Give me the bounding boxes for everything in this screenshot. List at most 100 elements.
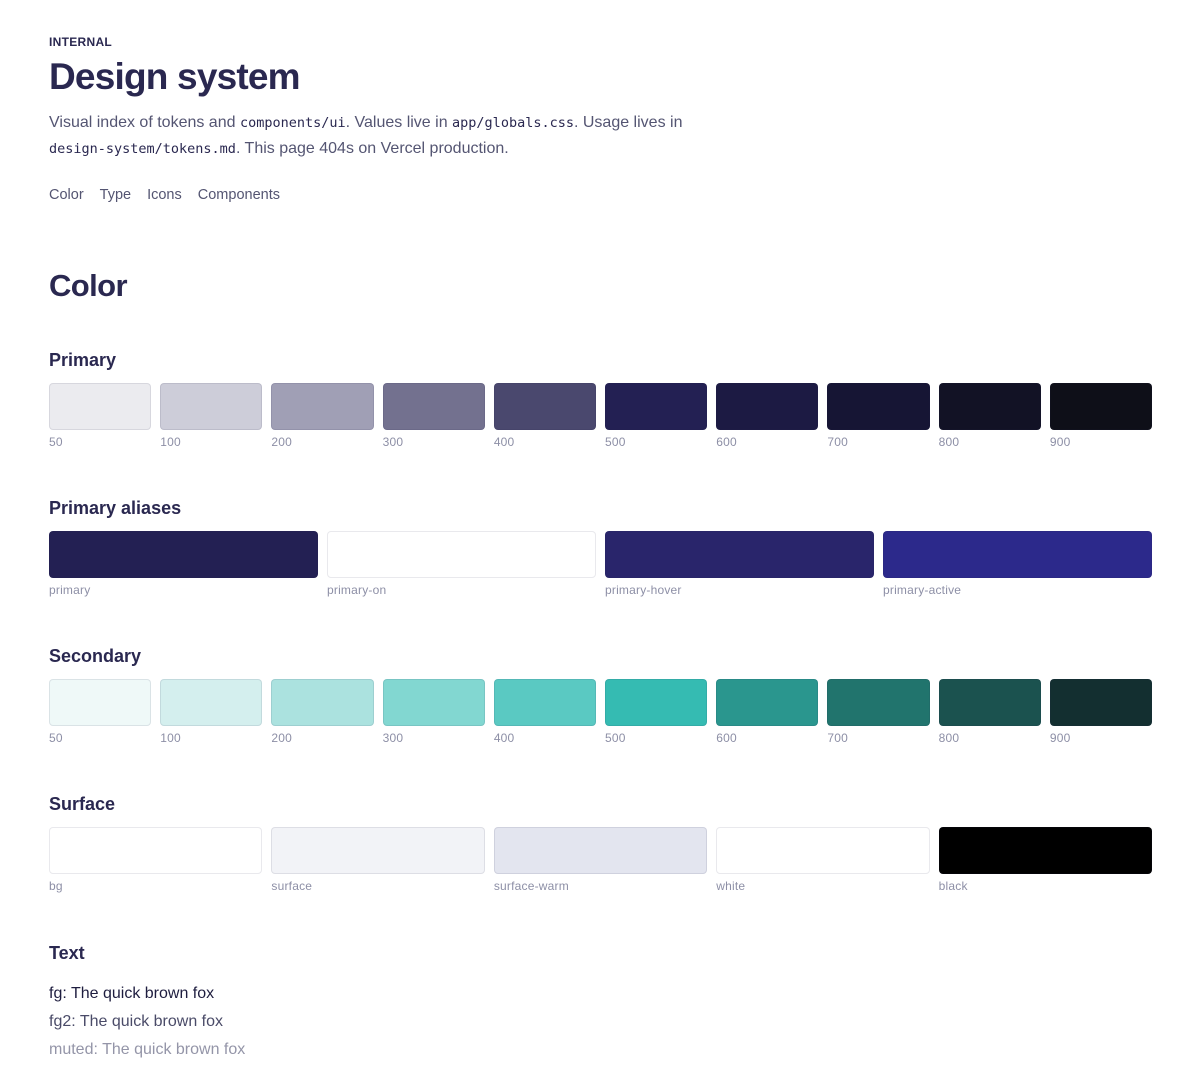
- primary-group: Primary 50 100 200 300 400 500 600 700 800 900: [49, 347, 1153, 449]
- swatch-chip: [160, 679, 263, 726]
- group-title-text: Text: [49, 943, 85, 963]
- nav-link-components[interactable]: Components: [198, 187, 280, 203]
- swatch-chip: [49, 383, 152, 430]
- swatch-label: black: [938, 879, 968, 893]
- swatch-label: primary-on: [327, 583, 387, 597]
- color-swatch: 900: [1049, 383, 1153, 449]
- swatch-chip: [1049, 679, 1153, 726]
- intro-text-2: . Values live in: [345, 114, 453, 131]
- color-swatch: primary-on: [327, 531, 596, 597]
- swatch-label: 300: [382, 435, 404, 449]
- intro-code-tokens: design-system/tokens.md: [49, 141, 236, 157]
- color-swatch: primary-active: [883, 531, 1152, 597]
- swatch-label: 600: [716, 731, 737, 745]
- surface-group: Surface bg surface surface-warm white black: [49, 791, 1153, 893]
- swatch-chip: [605, 383, 708, 430]
- color-swatch: surface-warm: [493, 827, 708, 893]
- swatch-label: 900: [1049, 731, 1071, 745]
- swatch-label: 200: [271, 731, 293, 745]
- swatch-chip: [382, 679, 485, 726]
- color-swatch: 700: [827, 679, 930, 745]
- swatch-label: 100: [160, 731, 181, 745]
- color-swatch: 400: [493, 383, 597, 449]
- swatch-chip: [883, 531, 1152, 578]
- intro-text-4: . This page 404s on Vercel production.: [235, 140, 509, 157]
- color-swatch: 800: [938, 679, 1041, 745]
- group-title-primary-aliases: Primary aliases: [49, 498, 182, 518]
- color-swatch: 300: [382, 679, 485, 745]
- swatch-label: 50: [49, 731, 63, 745]
- color-swatch: 300: [382, 383, 485, 449]
- swatch-label: primary-active: [883, 583, 962, 597]
- swatch-chip: [49, 679, 152, 726]
- swatch-chip: [716, 383, 819, 430]
- color-swatch: 500: [605, 383, 708, 449]
- swatch-label: 600: [716, 435, 737, 449]
- swatch-chip: [716, 679, 819, 726]
- swatch-chip: [827, 383, 930, 430]
- swatch-chip: [938, 827, 1153, 874]
- swatch-label: 300: [382, 731, 404, 745]
- swatch-chip: [271, 827, 485, 874]
- color-swatch: 600: [716, 679, 819, 745]
- intro-paragraph: Visual index of tokens and components/ui…: [49, 110, 729, 162]
- intro-text-1: Visual index of tokens and: [49, 114, 240, 131]
- text-sample-fg: fg: The quick brown fox: [49, 985, 215, 1002]
- swatch-label: 800: [938, 435, 960, 449]
- swatch-chip: [827, 679, 930, 726]
- color-swatch: 800: [938, 383, 1041, 449]
- section-heading-color: Color: [49, 268, 128, 303]
- swatch-chip: [271, 679, 374, 726]
- nav-link-icons[interactable]: Icons: [147, 187, 182, 203]
- primary-swatches: 50 100 200 300 400 500 600 700 800 900: [49, 383, 1153, 449]
- swatch-chip: [938, 383, 1041, 430]
- swatch-label: primary-hover: [605, 583, 682, 597]
- swatch-label: 400: [493, 731, 515, 745]
- color-swatch: white: [716, 827, 930, 893]
- swatch-label: bg: [49, 879, 63, 893]
- intro-text-3: . Usage lives in: [573, 114, 683, 131]
- color-swatch: 50: [49, 679, 152, 745]
- intro-code-components: components/ui: [239, 115, 346, 131]
- swatch-chip: [327, 531, 596, 578]
- color-swatch: 400: [493, 679, 597, 745]
- color-swatch: 100: [160, 383, 263, 449]
- eyebrow-label: INTERNAL: [49, 35, 113, 49]
- section-nav: Color Type Icons Components: [49, 187, 280, 203]
- swatch-label: primary: [49, 583, 91, 597]
- group-title-surface: Surface: [49, 794, 116, 814]
- color-swatch: 700: [827, 383, 930, 449]
- swatch-chip: [605, 679, 708, 726]
- swatch-label: 800: [938, 731, 960, 745]
- color-swatch: 200: [271, 679, 374, 745]
- color-swatch: 500: [605, 679, 708, 745]
- swatch-chip: [493, 679, 597, 726]
- swatch-label: white: [716, 879, 746, 893]
- swatch-chip: [382, 383, 485, 430]
- nav-link-type[interactable]: Type: [100, 187, 131, 203]
- swatch-label: 700: [827, 435, 849, 449]
- color-swatch: 200: [271, 383, 374, 449]
- swatch-label: 900: [1049, 435, 1071, 449]
- color-swatch: primary-hover: [605, 531, 874, 597]
- primary-aliases-group: Primary aliases primary primary-on primary…: [49, 495, 1152, 597]
- text-sample-fg2: fg2: The quick brown fox: [49, 1013, 224, 1030]
- intro-code-globals: app/globals.css: [452, 115, 574, 131]
- color-swatch: 900: [1049, 679, 1153, 745]
- nav-link-color[interactable]: Color: [49, 187, 84, 203]
- surface-swatches: bg surface surface-warm white black: [49, 827, 1153, 893]
- color-swatch: surface: [271, 827, 485, 893]
- secondary-swatches: 50 100 200 300 400 500 600 700 800 900: [49, 679, 1153, 745]
- text-group: Text fg: The quick brown fox fg2: The qu…: [49, 940, 245, 1064]
- swatch-chip: [49, 827, 263, 874]
- swatch-chip: [716, 827, 930, 874]
- swatch-label: 200: [271, 435, 293, 449]
- page-title: Design system: [49, 56, 301, 97]
- color-swatch: 50: [49, 383, 152, 449]
- swatch-label: surface: [271, 879, 313, 893]
- group-title-secondary: Secondary: [49, 646, 142, 666]
- swatch-chip: [160, 383, 263, 430]
- swatch-label: 100: [160, 435, 181, 449]
- swatch-chip: [1049, 383, 1153, 430]
- group-title-primary: Primary: [49, 350, 117, 370]
